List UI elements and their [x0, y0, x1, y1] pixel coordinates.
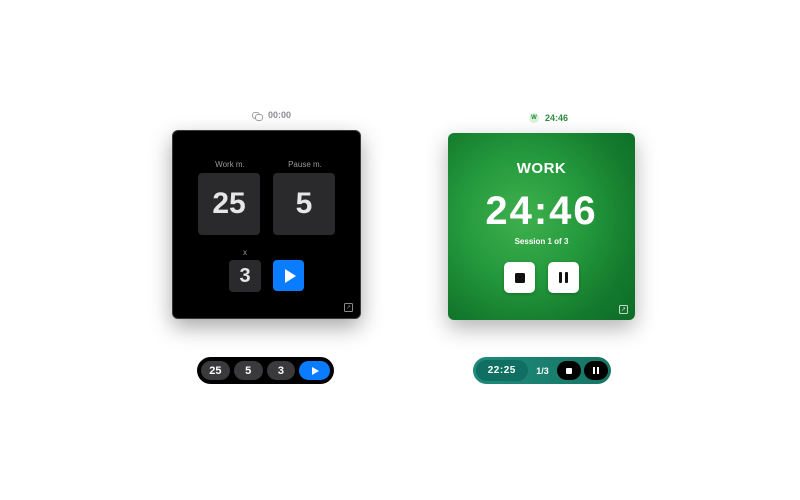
play-icon: [284, 268, 296, 283]
work-minutes-stepper[interactable]: 25: [198, 173, 260, 235]
chat-bubbles-icon: [252, 111, 263, 121]
stop-button[interactable]: [504, 262, 535, 293]
compact-running-bar: 22:25 1/3: [473, 357, 611, 384]
expand-icon[interactable]: ↗: [619, 305, 628, 314]
stop-icon: [514, 272, 525, 283]
pause-minutes-stepper[interactable]: 5: [273, 173, 335, 235]
pause-icon: [593, 367, 600, 374]
menubar-time: 24:46: [545, 113, 569, 123]
compact-start-button[interactable]: [299, 361, 330, 380]
menubar-time: 00:00: [268, 110, 292, 120]
work-minutes-label: Work m.: [215, 160, 245, 169]
mode-title: WORK: [516, 160, 567, 177]
stop-icon: [566, 367, 573, 374]
start-button[interactable]: [273, 260, 304, 291]
pause-icon: [559, 272, 568, 283]
pause-button[interactable]: [548, 262, 579, 293]
compact-session-progress: 1/3: [536, 365, 549, 376]
compact-pause-button[interactable]: [584, 361, 609, 380]
compact-setup-bar: 25 5 3: [197, 357, 334, 384]
menubar-timer-idle[interactable]: 00:00: [252, 110, 292, 121]
countdown-time: 24:46: [485, 189, 598, 233]
compact-pause-minutes[interactable]: 5: [233, 361, 263, 380]
repeat-count-stepper[interactable]: 3: [229, 260, 261, 292]
compact-work-minutes[interactable]: 25: [201, 361, 230, 380]
timer-setup-panel: Work m. Pause m. 25 5 x 3 ↗: [172, 130, 361, 319]
compact-stop-button[interactable]: [557, 361, 582, 380]
compact-repeat-count[interactable]: 3: [266, 361, 296, 380]
pause-minutes-label: Pause m.: [288, 160, 322, 169]
timer-running-panel: WORK 24:46 Session 1 of 3 ↗: [448, 133, 635, 320]
play-icon: [312, 366, 320, 375]
compact-countdown-time: 22:25: [476, 360, 528, 381]
expand-icon[interactable]: ↗: [344, 303, 353, 312]
session-indicator: Session 1 of 3: [514, 237, 569, 246]
menubar-timer-running[interactable]: W 24:46: [529, 113, 568, 123]
work-badge-icon: W: [529, 113, 539, 123]
repeat-label: x: [243, 248, 247, 257]
